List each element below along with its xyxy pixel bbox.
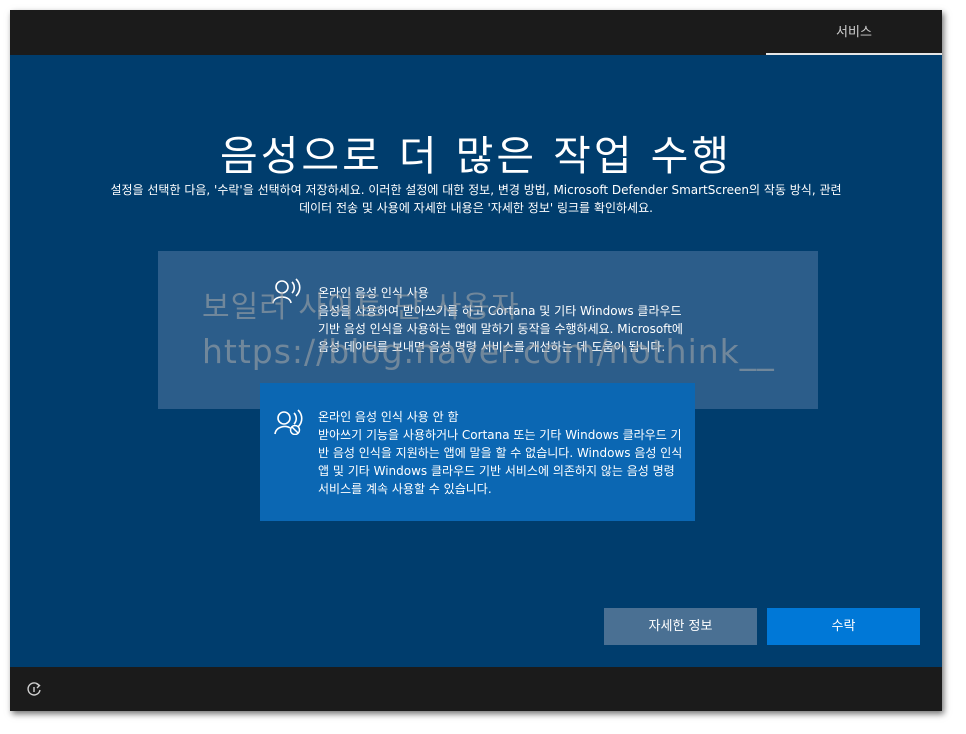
option-description: 받아쓰기 기능을 사용하거나 Cortana 또는 기타 Windows 클라우… <box>318 428 683 496</box>
subtitle-line-2: 데이터 전송 및 사용에 자세한 내용은 '자세한 정보' 링크를 확인하세요. <box>299 201 653 215</box>
accept-button[interactable]: 수락 <box>767 608 920 645</box>
accessibility-icon[interactable] <box>26 681 42 697</box>
oobe-window: 서비스 음성으로 더 많은 작업 수행 설정을 선택한 다음, '수락'을 선택… <box>10 10 942 711</box>
page-title: 음성으로 더 많은 작업 수행 <box>219 132 733 180</box>
option-speech-off[interactable]: 온라인 음성 인식 사용 안 함 받아쓰기 기능을 사용하거나 Cortana … <box>260 383 695 521</box>
more-info-button[interactable]: 자세한 정보 <box>604 608 757 645</box>
speech-off-icon <box>274 409 303 435</box>
tab-services[interactable]: 서비스 <box>766 10 942 55</box>
top-bar: 서비스 <box>10 10 942 55</box>
speech-on-icon <box>272 278 301 304</box>
page-subtitle: 설정을 선택한 다음, '수락'을 선택하여 저장하세요. 이러한 설정에 대한… <box>50 181 902 217</box>
bottom-bar <box>10 667 942 711</box>
option-title: 온라인 음성 인식 사용 <box>318 286 429 300</box>
option-title: 온라인 음성 인식 사용 안 함 <box>318 410 459 424</box>
option-description: 음성을 사용하여 받아쓰기를 하고 Cortana 및 기타 Windows 클… <box>318 304 683 354</box>
subtitle-line-1: 설정을 선택한 다음, '수락'을 선택하여 저장하세요. 이러한 설정에 대한… <box>110 183 842 197</box>
